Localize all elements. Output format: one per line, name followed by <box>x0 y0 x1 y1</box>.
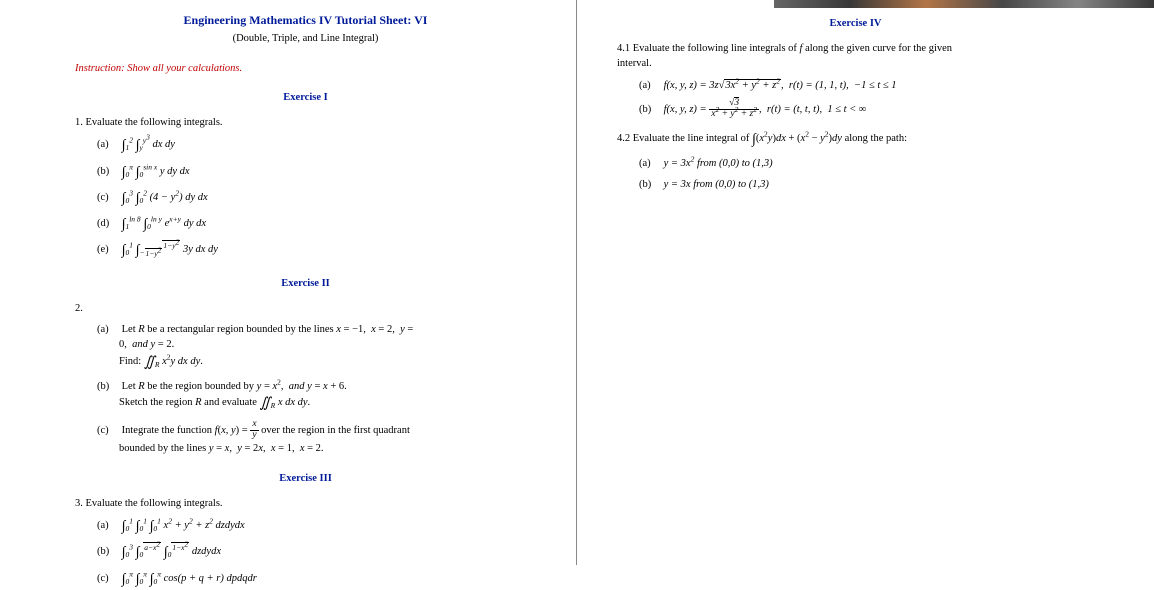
ex1-b: (b) ∫0π ∫0sin x y dy dx <box>97 163 536 183</box>
ex3-sublist: (a) ∫01 ∫01 ∫01 x2 + y2 + z2 dzdydx (b) … <box>97 517 536 590</box>
ex4-2-a: (a) y = 3x2 from (0,0) to (1,3) <box>639 156 1094 171</box>
ex4-2-sublist: (a) y = 3x2 from (0,0) to (1,3) (b) y = … <box>639 156 1094 192</box>
ex1-sublist: (a) ∫12 ∫yy3 dx dy (b) ∫0π ∫0sin x y dy … <box>97 136 536 261</box>
ex4-1-intro: 4.1 Evaluate the following line integral… <box>617 41 1094 71</box>
ex2-c-line1: Integrate the function f(x, y) = xy over… <box>122 425 410 436</box>
ex4-1-b: (b) f(x, y, z) = √3 x2 + y2 + z2 , r(t) … <box>639 99 1094 120</box>
page-right: Exercise IV 4.1 Evaluate the following l… <box>577 0 1154 565</box>
ex4-2-b: (b) y = 3x from (0,0) to (1,3) <box>639 177 1094 192</box>
page-left: Engineering Mathematics IV Tutorial Shee… <box>0 0 577 565</box>
ex1-prompt: 1. Evaluate the following integrals. <box>75 115 536 130</box>
ex2-number: 2. <box>75 301 536 316</box>
ex3-b: (b) ∫03 ∫0a−x2 ∫01−x2 dzdydx <box>97 543 536 563</box>
exercise-1-heading: Exercise I <box>75 90 536 105</box>
decorative-strip <box>774 0 1154 8</box>
ex2-a-line2: 0, and y = 2. <box>119 339 174 350</box>
ex4-1-a: (a) f(x, y, z) = 3z√3x2 + y2 + z2, r(t) … <box>639 78 1094 93</box>
ex3-a: (a) ∫01 ∫01 ∫01 x2 + y2 + z2 dzdydx <box>97 517 536 537</box>
exercise-4-heading: Exercise IV <box>617 16 1094 31</box>
ex2-b-line2: Sketch the region R and evaluate ∬R x dx… <box>119 397 310 408</box>
ex2-sublist: (a) Let R be a rectangular region bounde… <box>97 322 536 456</box>
ex2-b-line1: Let R be the region bounded by y = x2, a… <box>122 381 347 392</box>
doc-title: Engineering Mathematics IV Tutorial Shee… <box>75 12 536 29</box>
ex2-b: (b) Let R be the region bounded by y = x… <box>97 379 536 415</box>
ex1-a: (a) ∫12 ∫yy3 dx dy <box>97 136 536 156</box>
ex2-a-line3: Find: ∬R x2y dx dy. <box>119 356 203 367</box>
ex2-c-line2: bounded by the lines y = x, y = 2x, x = … <box>119 443 324 454</box>
ex2-c: (c) Integrate the function f(x, y) = xy … <box>97 420 536 456</box>
ex4-1-sublist: (a) f(x, y, z) = 3z√3x2 + y2 + z2, r(t) … <box>639 78 1094 120</box>
ex3-prompt: 3. Evaluate the following integrals. <box>75 496 536 511</box>
instruction-line: Instruction: Show all your calculations. <box>75 61 536 76</box>
ex2-a-line1: Let R be a rectangular region bounded by… <box>122 324 414 335</box>
ex4-2-intro: 4.2 Evaluate the line integral of ∫(x2y)… <box>617 130 1094 150</box>
exercise-2-heading: Exercise II <box>75 276 536 291</box>
doc-subtitle: (Double, Triple, and Line Integral) <box>75 31 536 46</box>
ex3-c: (c) ∫0π ∫0π ∫0π cos(p + q + r) dpdqdr <box>97 570 536 590</box>
ex2-a: (a) Let R be a rectangular region bounde… <box>97 322 536 373</box>
ex1-d: (d) ∫1ln 8 ∫0ln y ex+y dy dx <box>97 215 536 235</box>
ex1-c: (c) ∫03 ∫02 (4 − y2) dy dx <box>97 189 536 209</box>
ex1-e: (e) ∫01 ∫−1−y21−y2 3y dx dy <box>97 241 536 261</box>
exercise-3-heading: Exercise III <box>75 471 536 486</box>
